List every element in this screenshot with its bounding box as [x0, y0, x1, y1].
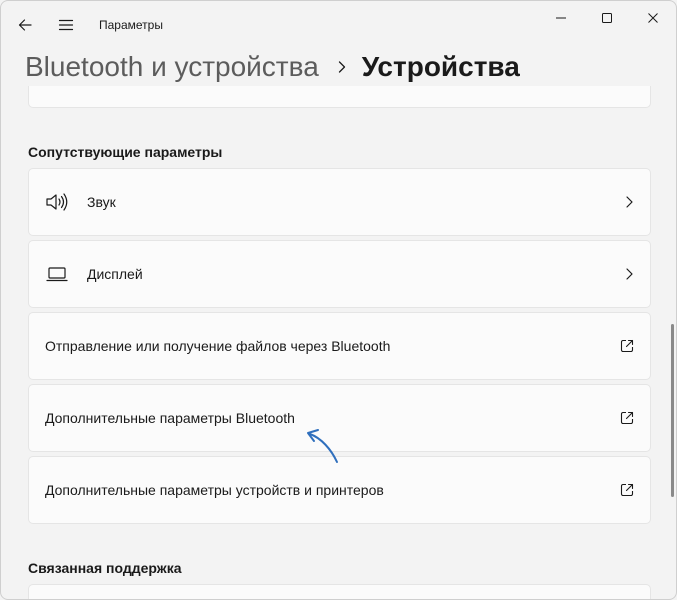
settings-window: Параметры Bluetooth и устройства Устройс… — [0, 0, 677, 600]
chevron-right-icon — [624, 241, 634, 307]
minimize-button[interactable] — [538, 1, 584, 35]
close-icon — [648, 13, 658, 23]
breadcrumb-parent-link[interactable]: Bluetooth и устройства — [25, 51, 319, 83]
settings-row-label: Звук — [87, 194, 116, 210]
back-button[interactable] — [7, 7, 43, 43]
settings-row-display[interactable]: Дисплей — [28, 240, 651, 308]
open-external-icon — [620, 313, 634, 379]
open-external-icon — [620, 457, 634, 523]
settings-row-label: Дополнительные параметры Bluetooth — [45, 410, 295, 426]
previous-settings-card — [28, 86, 651, 108]
chevron-right-icon — [624, 169, 634, 235]
related-support-card[interactable] — [28, 584, 651, 599]
back-arrow-icon — [18, 19, 32, 31]
speaker-icon — [45, 169, 69, 235]
maximize-icon — [602, 13, 612, 23]
title-bar: Параметры — [1, 1, 676, 49]
section-title-related-support: Связанная поддержка — [28, 560, 182, 576]
settings-row-label: Дисплей — [87, 266, 143, 282]
app-title: Параметры — [99, 18, 163, 32]
breadcrumb: Bluetooth и устройства Устройства — [25, 45, 520, 89]
close-button[interactable] — [630, 1, 676, 35]
page-title: Устройства — [361, 51, 520, 82]
minimize-icon — [556, 17, 566, 19]
settings-row-send-receive-bluetooth[interactable]: Отправление или получение файлов через B… — [28, 312, 651, 380]
maximize-button[interactable] — [584, 1, 630, 35]
menu-button[interactable] — [48, 7, 84, 43]
annotation-arrow-icon — [307, 429, 338, 463]
settings-row-label: Отправление или получение файлов через B… — [45, 338, 391, 354]
section-title-related-settings: Сопутствующие параметры — [28, 144, 223, 160]
chevron-right-icon — [337, 60, 347, 74]
hamburger-icon — [58, 19, 74, 31]
settings-row-sound[interactable]: Звук — [28, 168, 651, 236]
open-external-icon — [620, 385, 634, 451]
monitor-icon — [45, 241, 69, 307]
vertical-scrollbar-thumb[interactable] — [671, 324, 674, 497]
